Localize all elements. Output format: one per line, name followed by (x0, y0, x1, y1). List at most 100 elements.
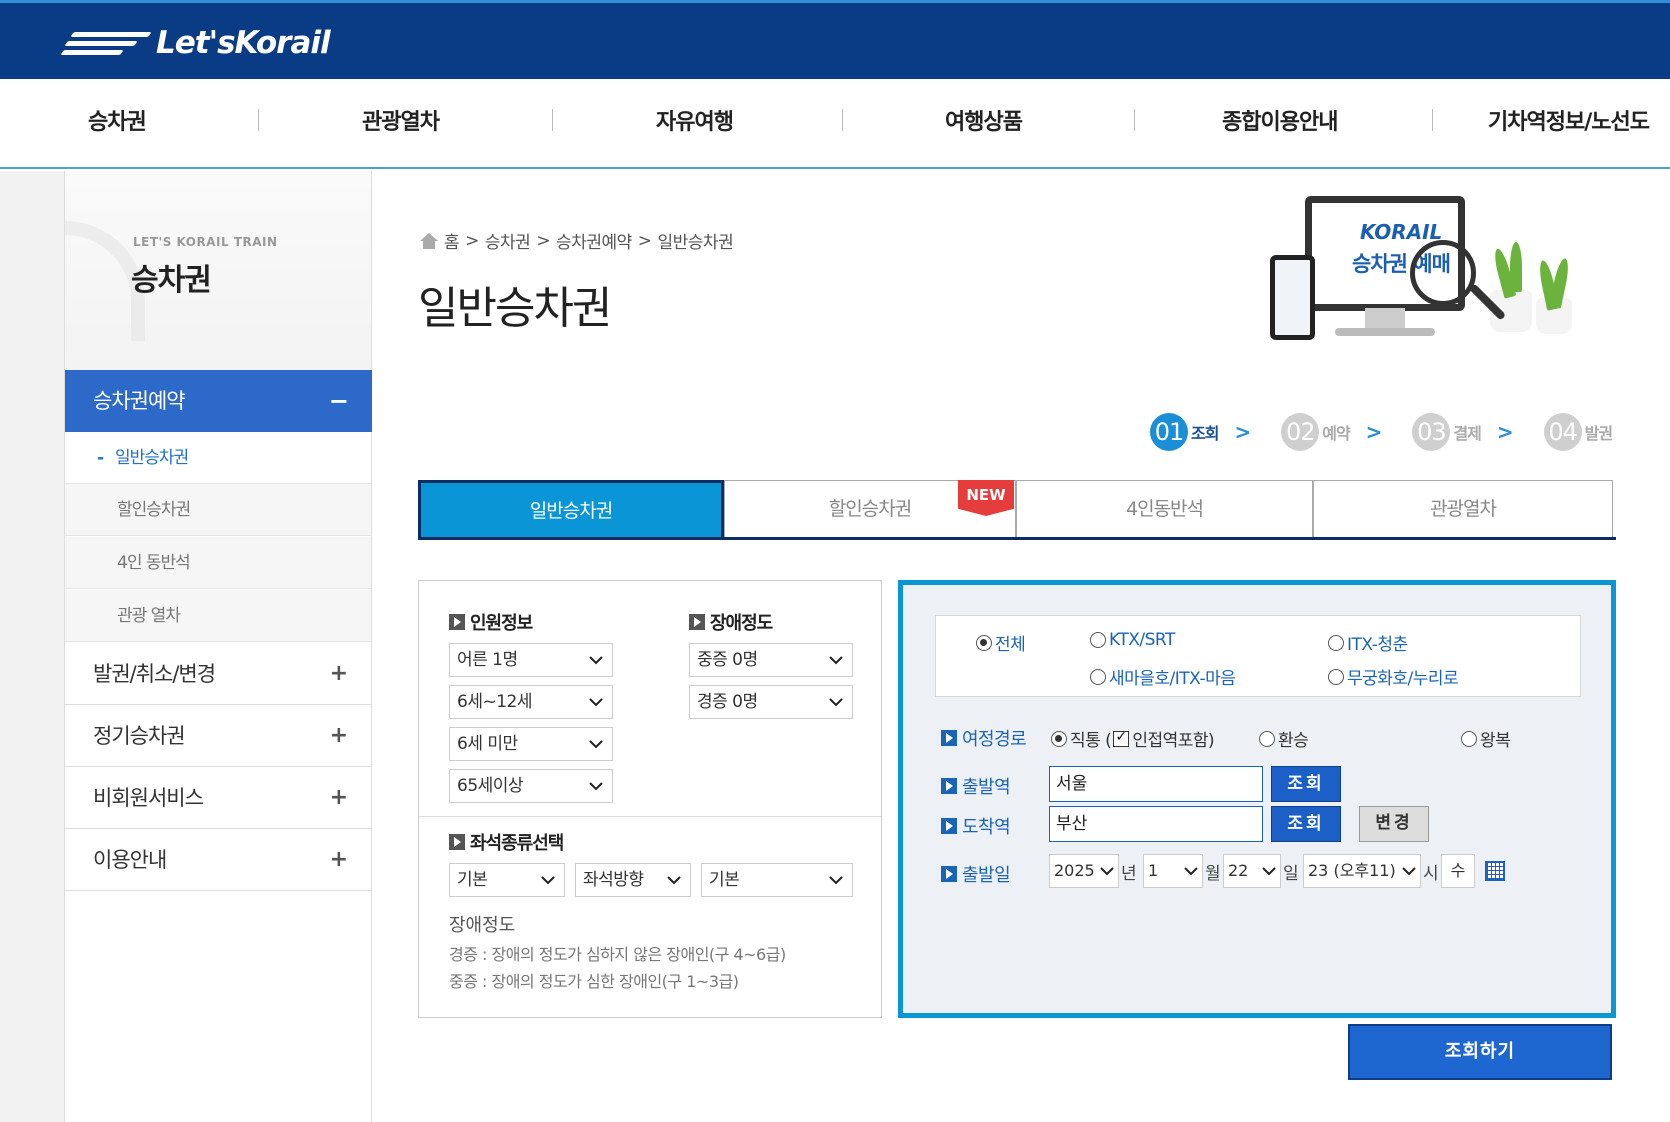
senior-count-select[interactable]: 65세이상 (449, 769, 613, 803)
side-nav-reservation[interactable]: 승차권예약 − (65, 370, 372, 432)
radio-roundtrip[interactable]: 왕복 (1461, 726, 1511, 751)
home-icon[interactable] (420, 232, 438, 249)
radio-direct[interactable]: 직통 ( 인접역포함) (1051, 726, 1215, 751)
side-nav-issue-cancel[interactable]: 발권/취소/변경 + (65, 643, 371, 705)
ticket-tabs: 일반승차권 할인승차권 4인동반석 관광열차 (418, 480, 1616, 540)
select-value: 좌석방향 (583, 870, 644, 890)
radio-icon (1090, 668, 1106, 685)
monitor-stand (1365, 308, 1405, 330)
gnb-ticket[interactable]: 승차권 (88, 79, 147, 167)
chevron-down-icon (1402, 867, 1416, 876)
tab-tour-train[interactable]: 관광열차 (1313, 480, 1613, 537)
gnb-station-info[interactable]: 기차역정보/노선도 (1488, 79, 1650, 167)
gnb-divider (842, 109, 843, 131)
step-label: 조회 (1191, 424, 1219, 443)
seat-type-select[interactable]: 기본 (449, 863, 565, 897)
gnb-guide[interactable]: 종합이용안내 (1222, 79, 1338, 167)
gnb-travel-products[interactable]: 여행상품 (945, 79, 1023, 167)
disability-note-title: 장애정도 (449, 915, 516, 936)
nearby-station-checkbox[interactable] (1113, 729, 1130, 747)
swap-stations-button[interactable]: 변경 (1359, 806, 1429, 842)
year-select[interactable]: 2025 (1049, 854, 1119, 888)
step-label: 예약 (1322, 424, 1350, 443)
divider (419, 816, 881, 817)
arrow-right-icon (689, 614, 705, 630)
arrow-right-icon (449, 834, 465, 850)
top-header: Let'sKorail (0, 0, 1670, 79)
gnb-free-travel[interactable]: 자유여행 (656, 79, 734, 167)
seat-direction-select[interactable]: 좌석방향 (575, 863, 691, 897)
arrival-station-input[interactable]: 부산 (1049, 806, 1263, 842)
radio-ktx-srt[interactable]: KTX/SRT (1090, 630, 1175, 650)
dash-icon: - (97, 448, 104, 468)
breadcrumb-separator: > (465, 230, 479, 251)
side-nav-usage-guide[interactable]: 이용안내 + (65, 829, 371, 891)
hour-select[interactable]: 23 (오후11) (1303, 854, 1421, 888)
radio-mugunghwa[interactable]: 무궁화호/누리로 (1328, 664, 1459, 689)
radio-saemaeul[interactable]: 새마을호/ITX-마음 (1090, 664, 1236, 689)
plant-icon (1536, 257, 1572, 334)
gnb-tour-train[interactable]: 관광열차 (362, 79, 440, 167)
tab-4person-seat[interactable]: 4인동반석 (1016, 480, 1313, 537)
step-label: 발권 (1584, 424, 1613, 443)
step-payment: 03 결제 > (1412, 413, 1514, 451)
route-panel: 전체 KTX/SRT ITX-청춘 새마을호/ITX-마음 무궁화호/누리로 여… (898, 580, 1616, 1018)
select-value: 2025 (1054, 861, 1095, 880)
breadcrumb-ticket[interactable]: 승차권 (485, 228, 531, 253)
arrow-right-icon (941, 778, 957, 794)
side-sub-tour-train[interactable]: 관광 열차 (65, 590, 371, 642)
departure-label-text: 출발역 (962, 777, 1011, 798)
korail-logo[interactable]: Let'sKorail (60, 23, 331, 63)
weekday-field: 수 (1441, 854, 1475, 888)
disability-label: 장애정도 (689, 609, 773, 635)
radio-label: 전체 (995, 635, 1026, 655)
chevron-right-icon: > (1496, 420, 1514, 444)
radio-label: 직통 ( (1070, 731, 1112, 751)
side-sub-general-ticket[interactable]: - 일반승차권 (65, 432, 371, 484)
calendar-icon[interactable] (1485, 861, 1505, 881)
radio-selected-icon (1051, 730, 1067, 747)
day-unit: 일 (1283, 864, 1299, 884)
left-gutter (0, 171, 64, 1122)
side-nav-season-ticket[interactable]: 정기승차권 + (65, 705, 371, 767)
breadcrumb-reservation[interactable]: 승차권예약 (556, 228, 632, 253)
checkbox-label: 인접역포함) (1132, 731, 1215, 751)
radio-label: ITX-청춘 (1347, 635, 1408, 655)
page-title: 일반승차권 (418, 283, 612, 334)
radio-all-trains[interactable]: 전체 (976, 630, 1026, 655)
breadcrumb: 홈 > 승차권 > 승차권예약 > 일반승차권 (420, 228, 734, 253)
breadcrumb-home[interactable]: 홈 (444, 228, 460, 253)
select-value: 1 (1148, 861, 1159, 880)
radio-icon (1461, 730, 1477, 747)
side-sub-discount-ticket[interactable]: 할인승차권 (65, 484, 371, 536)
side-nav-reservation-label: 승차권예약 (93, 389, 186, 413)
day-select[interactable]: 22 (1223, 854, 1281, 888)
side-nav-nonmember[interactable]: 비회원서비스 + (65, 767, 371, 829)
gnb-divider (1134, 109, 1135, 131)
arrival-search-button[interactable]: 조회 (1271, 806, 1341, 842)
search-submit-button[interactable]: 조회하기 (1348, 1024, 1612, 1080)
adult-count-select[interactable]: 어른 1명 (449, 643, 613, 677)
gnb-divider (552, 109, 553, 131)
radio-itx-cheongchun[interactable]: ITX-청춘 (1328, 630, 1408, 655)
month-select[interactable]: 1 (1143, 854, 1203, 888)
breadcrumb-current: 일반승차권 (657, 233, 734, 253)
departure-station-input[interactable]: 서울 (1049, 766, 1263, 802)
radio-icon (1328, 634, 1344, 651)
route-label-text: 여정경로 (962, 729, 1027, 750)
chevron-down-icon (589, 698, 603, 707)
infant-count-select[interactable]: 6세 미만 (449, 727, 613, 761)
tab-general-ticket[interactable]: 일반승차권 (418, 480, 724, 537)
child-count-select[interactable]: 6세~12세 (449, 685, 613, 719)
phone-icon (1270, 255, 1315, 340)
severe-disability-select[interactable]: 중증 0명 (689, 643, 853, 677)
step-number: 04 (1543, 413, 1582, 451)
departure-search-button[interactable]: 조회 (1271, 766, 1341, 802)
disability-note-mild: 경증 : 장애의 정도가 심하지 않은 장애인(구 4~6급) (449, 945, 786, 964)
breadcrumb-separator: > (637, 230, 652, 251)
arrow-right-icon (449, 614, 465, 630)
radio-transfer[interactable]: 환승 (1259, 726, 1309, 751)
seat-option-select[interactable]: 기본 (701, 863, 853, 897)
side-sub-4person-seat[interactable]: 4인 동반석 (65, 537, 371, 589)
mild-disability-select[interactable]: 경증 0명 (689, 685, 853, 719)
